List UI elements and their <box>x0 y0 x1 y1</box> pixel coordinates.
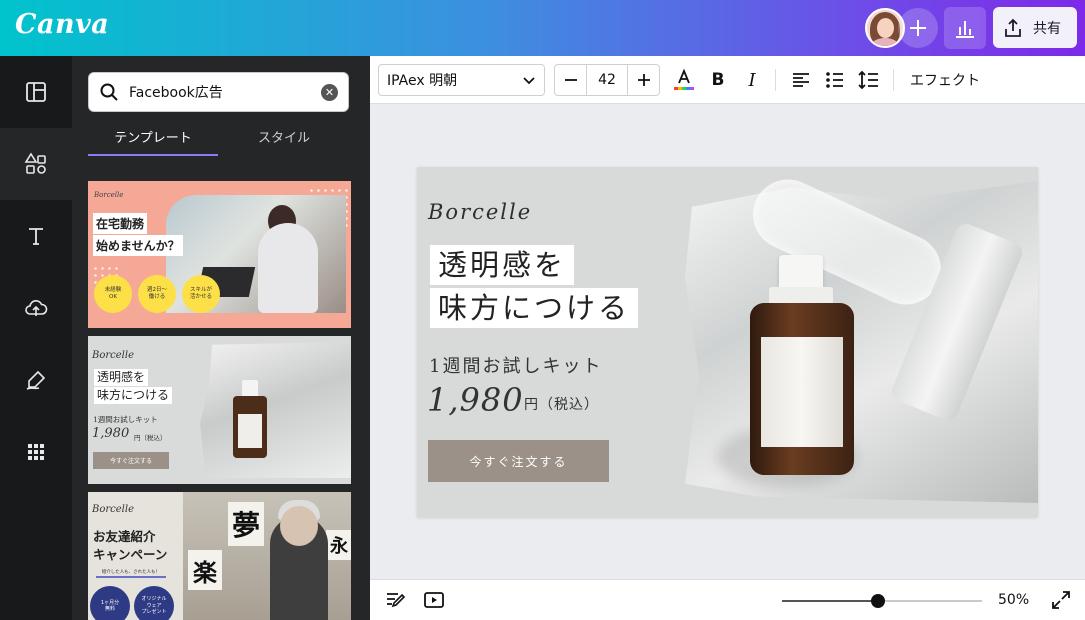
template-brand: Borcelle <box>92 504 134 515</box>
draw-icon <box>26 370 46 390</box>
template-thumbnail-referral[interactable]: 夢 楽 永 Borcelle お友達紹介 キャンペーン 紹介した人も、された人も… <box>88 492 351 620</box>
calligraphy-sheet: 楽 <box>188 550 222 590</box>
bullet-list-icon <box>826 72 843 88</box>
rail-item-draw[interactable] <box>0 344 72 416</box>
layout-icon <box>26 82 46 102</box>
italic-button[interactable]: I <box>740 68 764 92</box>
list-button[interactable] <box>823 68 847 92</box>
increase-font-size-button[interactable] <box>628 65 659 95</box>
zoom-slider[interactable] <box>782 594 982 608</box>
template-badge: オリジナル ウェア プレゼント <box>134 586 174 620</box>
font-family-value: IPAex 明朝 <box>387 73 458 89</box>
editor-footer: 50% <box>370 579 1085 620</box>
zoom-level[interactable]: 50% <box>998 592 1029 608</box>
design-price-text[interactable]: 1,980 <box>427 381 524 419</box>
search-input[interactable]: Facebook広告 <box>129 82 321 102</box>
decrease-font-size-button[interactable] <box>555 65 586 95</box>
share-label: 共有 <box>1033 20 1061 37</box>
clear-search-icon[interactable]: ✕ <box>321 83 338 101</box>
elements-icon <box>24 152 46 174</box>
effects-button[interactable]: エフェクト <box>910 70 980 90</box>
design-headline-line2[interactable]: 味方につける <box>430 288 639 328</box>
font-size-input[interactable]: 42 <box>586 65 628 95</box>
template-price: 1,980 <box>92 426 130 441</box>
calligraphy-sheet: 夢 <box>228 502 264 546</box>
text-icon <box>29 228 43 245</box>
align-button[interactable] <box>789 68 813 92</box>
canva-logo[interactable]: Canva <box>15 9 109 40</box>
fullscreen-button[interactable] <box>1049 588 1073 612</box>
present-button[interactable] <box>422 588 446 612</box>
template-cta: 今すぐ注文する <box>93 452 169 469</box>
template-subtext: 紹介した人も、された人も！ <box>96 569 166 578</box>
cloud-upload-icon <box>25 300 48 316</box>
spacing-button[interactable] <box>857 68 881 92</box>
design-headline-line1[interactable]: 透明感を <box>430 245 575 285</box>
template-headline: 始めませんか？ <box>93 235 183 256</box>
text-color-icon <box>674 68 694 90</box>
notes-icon <box>387 593 406 608</box>
template-headline: お友達紹介 <box>93 529 156 544</box>
design-page[interactable]: Borcelle 透明感を 味方につける 1週間お試しキット 1,980 円（税… <box>417 167 1038 517</box>
rail-item-design[interactable] <box>0 56 72 128</box>
template-thumbnail-remote-work[interactable]: Borcelle 在宅勤務 始めませんか？ 未経験 OK 週2日〜 働ける スキ… <box>88 181 351 328</box>
template-thumbnail-serum[interactable]: Borcelle 透明感を 味方につける 1週間お試しキット 1,980 円（税… <box>88 336 351 484</box>
template-yen: 円（税込） <box>134 434 167 442</box>
calligraphy-sheet: 永 <box>326 530 351 560</box>
template-headline: 味方につける <box>94 387 173 404</box>
font-size-stepper[interactable]: 42 <box>554 64 660 96</box>
top-bar: Canva 共有 <box>0 0 1085 56</box>
rail-item-apps[interactable] <box>0 416 72 488</box>
design-brand-text[interactable]: Borcelle <box>428 200 532 224</box>
rail-item-text[interactable] <box>0 200 72 272</box>
font-family-select[interactable]: IPAex 明朝 <box>378 64 545 96</box>
template-panel: Facebook広告 ✕ テンプレート スタイル Borcelle 在宅勤務 始… <box>72 56 370 620</box>
upload-share-icon <box>1005 18 1021 37</box>
design-kit-text[interactable]: 1週間お試しキット <box>429 352 602 378</box>
side-rail <box>0 56 72 620</box>
add-collaborator-button[interactable] <box>898 8 938 48</box>
template-photo <box>200 342 351 478</box>
bold-icon: B <box>711 70 725 90</box>
plus-icon <box>637 74 650 86</box>
template-headline: 透明感を <box>94 369 149 386</box>
tab-templates[interactable]: テンプレート <box>88 128 218 156</box>
play-screen-icon <box>424 592 444 608</box>
minus-icon <box>564 79 577 81</box>
apps-icon <box>28 444 44 460</box>
align-left-icon <box>793 73 809 87</box>
line-spacing-icon <box>858 70 878 90</box>
chevron-down-icon <box>523 77 535 85</box>
plus-icon <box>910 20 926 36</box>
template-brand: Borcelle <box>94 191 124 199</box>
expand-icon <box>1052 591 1070 609</box>
notes-button[interactable] <box>383 588 407 612</box>
bold-button[interactable]: B <box>706 68 730 92</box>
design-yen-text[interactable]: 円（税込） <box>524 394 599 414</box>
rail-item-elements[interactable] <box>0 128 72 200</box>
bar-chart-icon <box>956 21 974 38</box>
zoom-slider-handle[interactable] <box>871 594 885 608</box>
template-badge: 週2日〜 働ける <box>138 275 176 313</box>
zoom-slider-fill <box>782 600 878 602</box>
search-icon <box>100 83 118 101</box>
template-search[interactable]: Facebook広告 ✕ <box>88 72 349 112</box>
share-button[interactable]: 共有 <box>993 7 1077 48</box>
template-badge: 未経験 OK <box>94 275 132 313</box>
template-headline: キャンペーン <box>93 547 168 562</box>
template-badge: 1ヶ月分 無料 <box>90 586 130 620</box>
template-badge: スキルが 活かせる <box>182 275 220 313</box>
canvas-area: Borcelle 透明感を 味方につける 1週間お試しキット 1,980 円（税… <box>370 104 1085 579</box>
template-kit-text: 1週間お試しキット <box>93 415 158 424</box>
editor-toolbar: IPAex 明朝 42 B I エフェクト <box>370 56 1085 104</box>
design-cta-button[interactable]: 今すぐ注文する <box>428 440 609 482</box>
tab-styles[interactable]: スタイル <box>219 128 349 156</box>
italic-icon: I <box>748 69 756 91</box>
insights-button[interactable] <box>944 7 986 49</box>
template-headline: 在宅勤務 <box>93 213 148 234</box>
text-color-button[interactable] <box>672 68 696 92</box>
rail-item-uploads[interactable] <box>0 272 72 344</box>
template-brand: Borcelle <box>92 350 134 361</box>
